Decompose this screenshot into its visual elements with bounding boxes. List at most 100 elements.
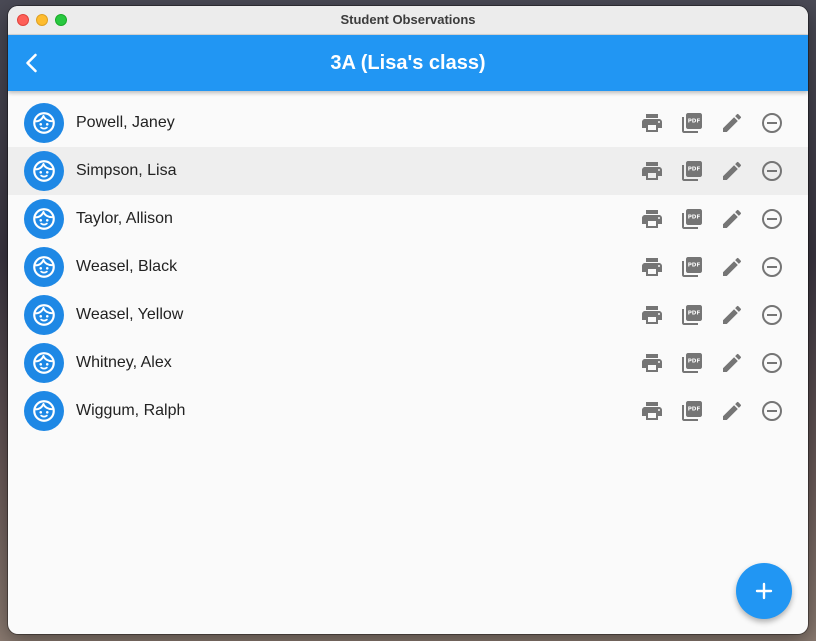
remove-button[interactable] <box>752 295 792 335</box>
student-name: Weasel, Black <box>76 258 178 275</box>
print-button[interactable] <box>632 391 672 431</box>
print-icon <box>640 207 664 231</box>
remove-icon <box>760 159 784 183</box>
pdf-button[interactable]: PDF <box>672 151 712 191</box>
remove-icon <box>760 207 784 231</box>
edit-button[interactable] <box>712 199 752 239</box>
pdf-icon: PDF <box>680 399 704 423</box>
row-actions: PDF <box>632 391 792 431</box>
student-name: Powell, Janey <box>76 114 175 131</box>
row-actions: PDF <box>632 295 792 335</box>
face-icon <box>31 350 57 376</box>
edit-button[interactable] <box>712 343 752 383</box>
pdf-button[interactable]: PDF <box>672 199 712 239</box>
remove-icon <box>760 303 784 327</box>
row-actions: PDF <box>632 247 792 287</box>
print-button[interactable] <box>632 103 672 143</box>
pdf-button[interactable]: PDF <box>672 247 712 287</box>
face-icon <box>31 206 57 232</box>
student-name: Taylor, Allison <box>76 210 173 227</box>
pdf-button[interactable]: PDF <box>672 103 712 143</box>
edit-icon <box>720 111 744 135</box>
face-icon <box>31 254 57 280</box>
edit-icon <box>720 159 744 183</box>
remove-button[interactable] <box>752 247 792 287</box>
avatar <box>24 103 64 143</box>
student-row[interactable]: Simpson, Lisa PDF <box>8 147 808 195</box>
app-window: Student Observations 3A (Lisa's class) P… <box>8 6 808 634</box>
student-row[interactable]: Powell, Janey PDF <box>8 99 808 147</box>
edit-icon <box>720 303 744 327</box>
print-icon <box>640 351 664 375</box>
pdf-icon: PDF <box>680 207 704 231</box>
avatar <box>24 391 64 431</box>
edit-button[interactable] <box>712 391 752 431</box>
print-button[interactable] <box>632 343 672 383</box>
remove-button[interactable] <box>752 343 792 383</box>
print-icon <box>640 399 664 423</box>
print-button[interactable] <box>632 247 672 287</box>
add-student-button[interactable] <box>736 563 792 619</box>
row-actions: PDF <box>632 343 792 383</box>
print-button[interactable] <box>632 151 672 191</box>
pdf-icon: PDF <box>680 351 704 375</box>
edit-button[interactable] <box>712 247 752 287</box>
avatar <box>24 151 64 191</box>
row-actions: PDF <box>632 151 792 191</box>
remove-icon <box>760 351 784 375</box>
page-title: 3A (Lisa's class) <box>330 52 486 74</box>
student-row[interactable]: Whitney, Alex PDF <box>8 339 808 387</box>
edit-button[interactable] <box>712 295 752 335</box>
print-button[interactable] <box>632 295 672 335</box>
print-icon <box>640 111 664 135</box>
student-row[interactable]: Taylor, Allison PDF <box>8 195 808 243</box>
edit-button[interactable] <box>712 151 752 191</box>
svg-text:PDF: PDF <box>688 215 701 221</box>
row-actions: PDF <box>632 199 792 239</box>
row-actions: PDF <box>632 103 792 143</box>
student-list: Powell, Janey PDF Simpson, Lisa PDF Taylor, … <box>8 91 808 435</box>
add-icon <box>755 582 773 600</box>
remove-icon <box>760 111 784 135</box>
face-icon <box>31 398 57 424</box>
avatar <box>24 343 64 383</box>
print-icon <box>640 303 664 327</box>
student-name: Simpson, Lisa <box>76 162 177 179</box>
student-name: Wiggum, Ralph <box>76 402 186 419</box>
remove-button[interactable] <box>752 199 792 239</box>
svg-text:PDF: PDF <box>688 407 701 413</box>
pdf-icon: PDF <box>680 159 704 183</box>
svg-text:PDF: PDF <box>688 311 701 317</box>
remove-button[interactable] <box>752 151 792 191</box>
window-titlebar: Student Observations <box>8 6 808 35</box>
edit-icon <box>720 255 744 279</box>
remove-icon <box>760 399 784 423</box>
face-icon <box>31 158 57 184</box>
edit-icon <box>720 351 744 375</box>
print-button[interactable] <box>632 199 672 239</box>
student-row[interactable]: Weasel, Black PDF <box>8 243 808 291</box>
remove-button[interactable] <box>752 103 792 143</box>
face-icon <box>31 110 57 136</box>
svg-text:PDF: PDF <box>688 119 701 125</box>
svg-text:PDF: PDF <box>688 263 701 269</box>
student-row[interactable]: Wiggum, Ralph PDF <box>8 387 808 435</box>
pdf-icon: PDF <box>680 111 704 135</box>
print-icon <box>640 159 664 183</box>
remove-icon <box>760 255 784 279</box>
student-name: Weasel, Yellow <box>76 306 184 323</box>
remove-button[interactable] <box>752 391 792 431</box>
face-icon <box>31 302 57 328</box>
student-name: Whitney, Alex <box>76 354 172 371</box>
app-bar: 3A (Lisa's class) <box>8 35 808 91</box>
student-row[interactable]: Weasel, Yellow PDF <box>8 291 808 339</box>
avatar <box>24 295 64 335</box>
pdf-button[interactable]: PDF <box>672 295 712 335</box>
pdf-icon: PDF <box>680 303 704 327</box>
pdf-button[interactable]: PDF <box>672 343 712 383</box>
svg-text:PDF: PDF <box>688 167 701 173</box>
edit-icon <box>720 399 744 423</box>
print-icon <box>640 255 664 279</box>
pdf-button[interactable]: PDF <box>672 391 712 431</box>
edit-button[interactable] <box>712 103 752 143</box>
